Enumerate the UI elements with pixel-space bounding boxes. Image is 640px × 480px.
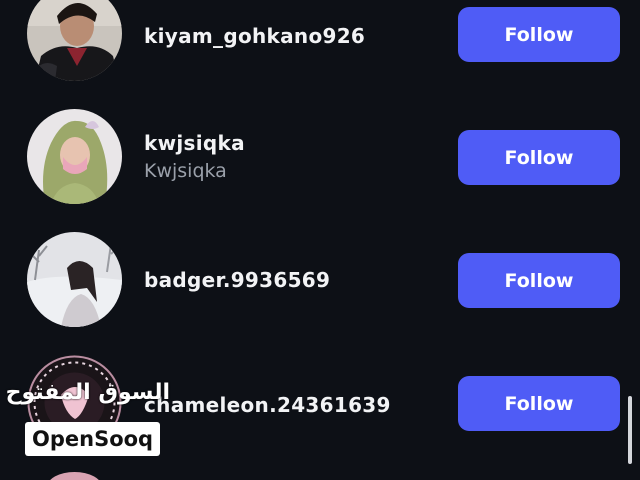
username[interactable]: chameleon.24361639 (144, 393, 391, 417)
username[interactable]: kiyam_gohkano926 (144, 24, 365, 48)
opensooq-watermark: السوق المفتوح OpenSooq (5, 380, 172, 458)
username[interactable]: badger.9936569 (144, 268, 330, 292)
scrollbar[interactable] (628, 396, 632, 464)
follow-button[interactable]: Follow (458, 253, 620, 308)
username[interactable]: kwjsiqka (144, 131, 245, 155)
follow-suggestions-screen: kiyam_gohkano926 Follow kwjsiqka Kwjsiqk… (0, 0, 640, 480)
avatar[interactable] (27, 109, 122, 204)
list-item[interactable]: kwjsiqka Kwjsiqka Follow (0, 109, 640, 209)
follow-button[interactable]: Follow (458, 130, 620, 185)
follow-button[interactable]: Follow (458, 7, 620, 62)
full-name: Kwjsiqka (144, 160, 227, 182)
list-item[interactable]: badger.9936569 Follow (0, 232, 640, 332)
avatar[interactable] (47, 472, 102, 480)
watermark-brand: OpenSooq (25, 422, 161, 456)
watermark-arabic-text: السوق المفتوح (5, 380, 170, 405)
avatar[interactable] (27, 0, 122, 81)
follow-button[interactable]: Follow (458, 376, 620, 431)
list-item[interactable]: kiyam_gohkano926 Follow (0, 0, 640, 86)
avatar[interactable] (27, 232, 122, 327)
